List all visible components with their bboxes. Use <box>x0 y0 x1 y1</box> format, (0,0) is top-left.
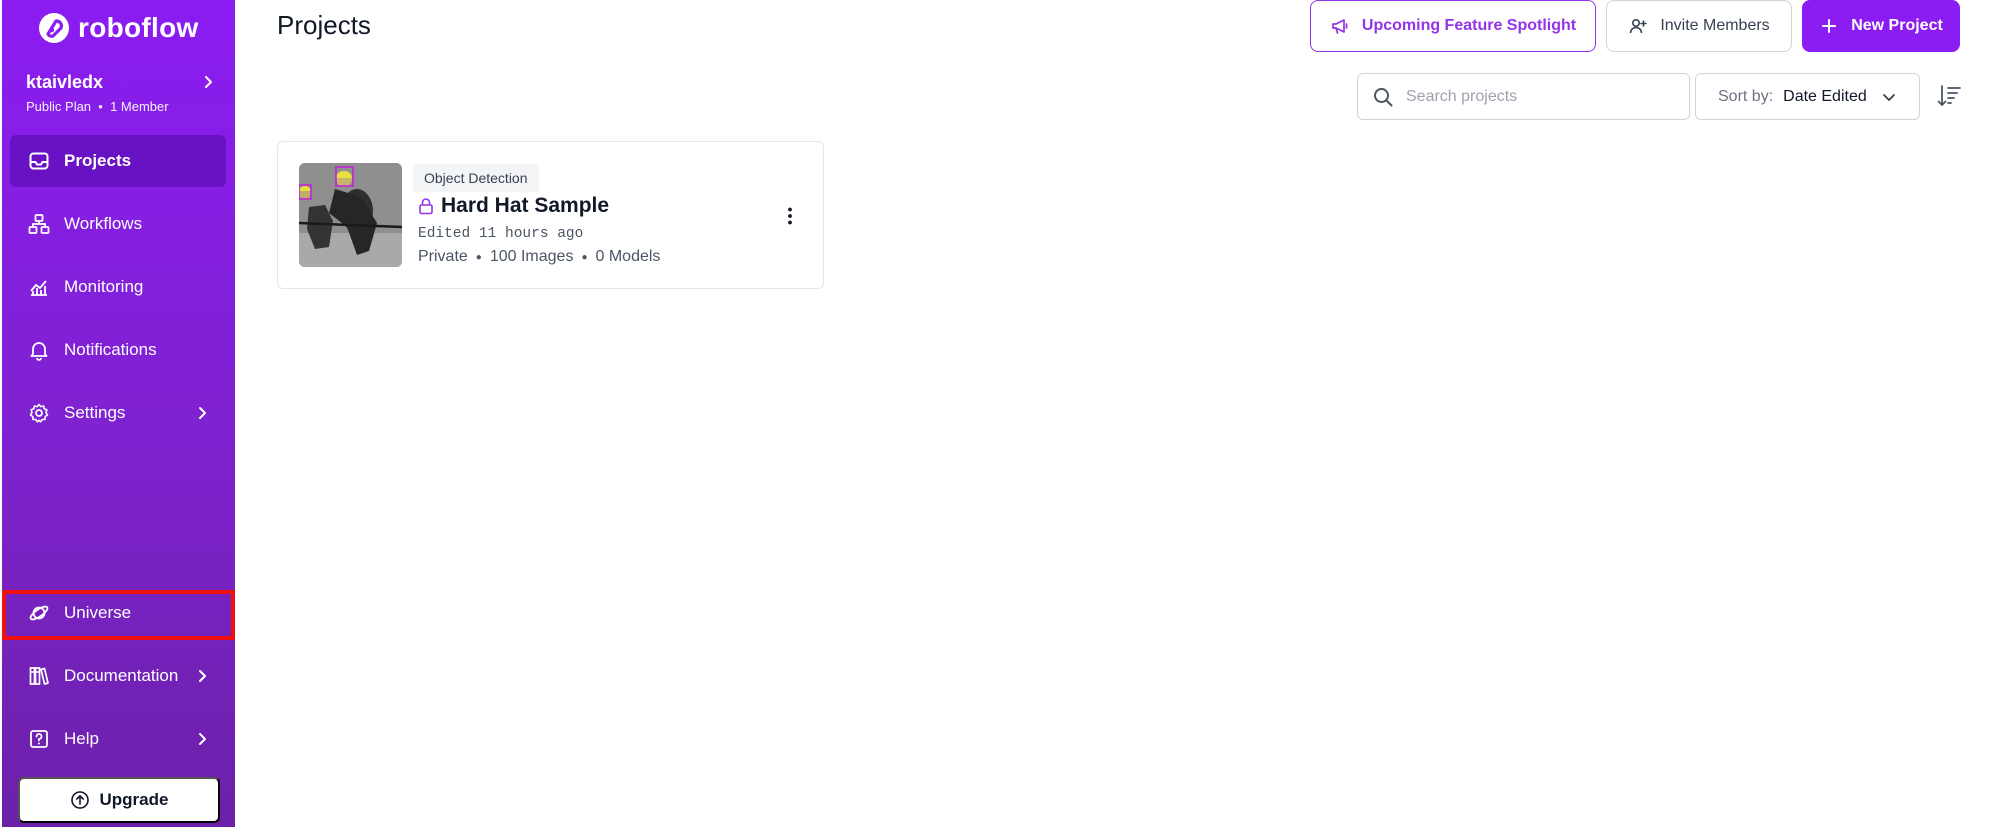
workspace-plan: Public Plan <box>26 99 92 114</box>
sidebar-item-projects[interactable]: Projects <box>10 135 226 187</box>
megaphone-icon <box>1332 19 1348 34</box>
new-project-button[interactable]: New Project <box>1802 0 1960 52</box>
chevron-right-icon <box>205 76 212 88</box>
project-model-count: 0 Models <box>595 248 661 265</box>
sidebar-item-workflows[interactable]: Workflows <box>10 198 226 250</box>
project-image-count: 100 Images <box>489 248 574 265</box>
invite-members-label: Invite Members <box>1660 17 1770 34</box>
sidebar: roboflow ktaivledx Public Plan • 1 Membe… <box>2 0 235 827</box>
workspace-switcher[interactable]: ktaivledx Public Plan • 1 Member <box>26 72 216 114</box>
planet-icon <box>29 605 49 621</box>
sidebar-item-label: Monitoring <box>64 277 144 296</box>
search-icon <box>1374 87 1393 106</box>
bell-icon <box>30 342 48 361</box>
sidebar-item-label: Settings <box>64 403 126 422</box>
lock-icon <box>419 198 433 215</box>
inbox-icon <box>29 152 49 170</box>
search-box[interactable] <box>1357 73 1690 120</box>
workspace-name: ktaivledx <box>26 72 104 92</box>
sort-direction-icon[interactable] <box>1935 82 1963 110</box>
sidebar-item-help[interactable]: Help <box>10 713 226 765</box>
sidebar-item-label: Help <box>64 729 99 748</box>
workspace-meta: Public Plan • 1 Member <box>26 99 216 114</box>
sidebar-item-documentation[interactable]: Documentation <box>10 650 226 702</box>
plus-icon <box>1822 19 1837 33</box>
gear-icon <box>29 403 49 423</box>
sidebar-item-label: Documentation <box>64 666 179 685</box>
chart-icon <box>30 280 47 296</box>
roboflow-logo-icon <box>39 13 69 43</box>
feature-spotlight-label: Upcoming Feature Spotlight <box>1361 17 1577 34</box>
project-name: Hard Hat Sample <box>441 194 610 217</box>
project-visibility: Private <box>418 248 468 265</box>
new-project-label: New Project <box>1851 17 1943 34</box>
workflow-icon <box>28 214 50 234</box>
project-thumbnail <box>299 163 402 267</box>
meta-separator: • <box>94 99 107 114</box>
project-meta: Private ● 100 Images ● 0 Models <box>418 248 660 266</box>
books-icon <box>29 667 49 685</box>
app-root: roboflow ktaivledx Public Plan • 1 Membe… <box>0 0 2000 827</box>
upload-icon <box>70 791 89 809</box>
meta-separator: ● <box>475 251 482 263</box>
help-icon <box>30 730 48 748</box>
upgrade-button[interactable]: Upgrade <box>18 777 220 823</box>
more-options-icon[interactable] <box>778 204 802 228</box>
upgrade-label: Upgrade <box>99 790 169 809</box>
project-type-badge: Object Detection <box>413 164 539 192</box>
sidebar-item-settings[interactable]: Settings <box>10 387 226 439</box>
project-card[interactable]: Object Detection Hard Hat Sample Edited … <box>277 141 824 289</box>
hard-hat-workers-image <box>299 163 402 267</box>
sort-by-value: Date Edited <box>1783 87 1867 105</box>
brand-name: roboflow <box>78 12 199 43</box>
roboflow-logo[interactable]: roboflow <box>38 12 199 44</box>
search-input[interactable] <box>1406 87 1666 106</box>
chevron-right-icon <box>199 407 206 419</box>
chevron-down-icon <box>1882 93 1895 101</box>
sidebar-item-notifications[interactable]: Notifications <box>10 324 226 376</box>
user-plus-icon <box>1630 18 1648 34</box>
sort-by-label: Sort by: <box>1718 87 1774 105</box>
sidebar-item-monitoring[interactable]: Monitoring <box>10 261 226 313</box>
meta-separator: ● <box>581 251 588 263</box>
sidebar-item-label: Universe <box>64 603 132 622</box>
sidebar-item-label: Workflows <box>64 214 143 233</box>
sidebar-item-universe[interactable]: Universe <box>10 587 226 639</box>
chevron-right-icon <box>199 670 206 682</box>
project-edited-time: Edited 11 hours ago <box>418 226 584 242</box>
page-title: Projects <box>277 10 371 40</box>
workspace-members: 1 Member <box>110 99 169 114</box>
sidebar-item-label: Projects <box>64 151 132 170</box>
sidebar-item-label: Notifications <box>64 340 157 359</box>
chevron-right-icon <box>199 733 206 745</box>
invite-members-button[interactable]: Invite Members <box>1606 0 1792 52</box>
sort-by-dropdown[interactable]: Sort by: Date Edited <box>1695 73 1920 120</box>
project-title[interactable]: Hard Hat Sample <box>417 194 609 218</box>
feature-spotlight-button[interactable]: Upcoming Feature Spotlight <box>1310 0 1596 52</box>
